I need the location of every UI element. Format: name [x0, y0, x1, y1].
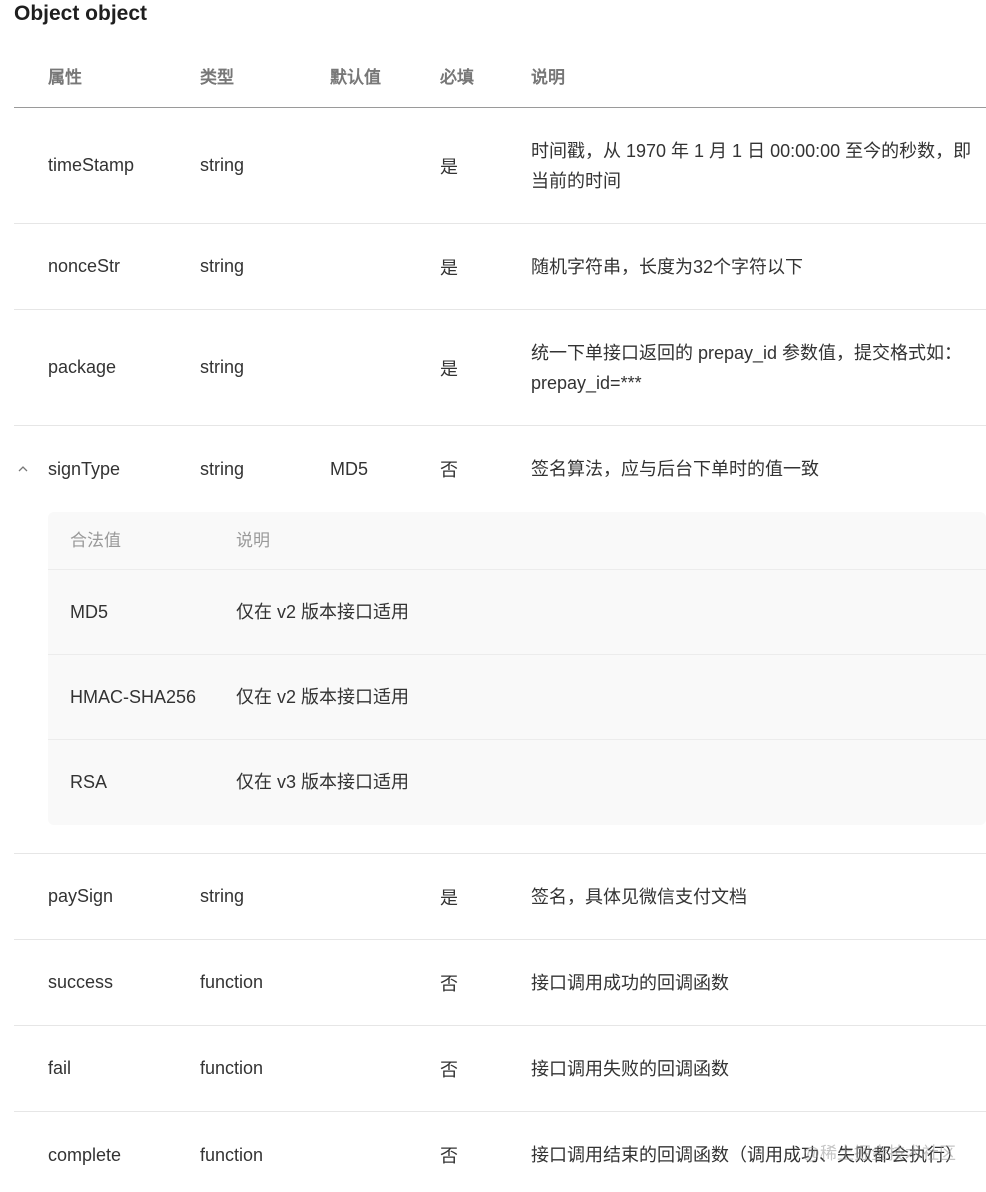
table-row: paySign string 是 签名，具体见微信支付文档 — [14, 854, 986, 940]
row-desc: 随机字符串，长度为32个字符以下 — [531, 256, 804, 277]
sub-header-desc: 说明 — [236, 531, 270, 550]
row-required: 是 — [440, 257, 458, 278]
row-default: MD5 — [330, 458, 369, 479]
row-name: signType — [48, 458, 121, 479]
row-name: nonceStr — [48, 256, 121, 276]
watermark: @稀土掘金技术社区 — [802, 1144, 956, 1163]
chevron-up-icon[interactable] — [14, 426, 32, 512]
row-required: 是 — [440, 887, 458, 908]
row-type: string — [200, 357, 245, 377]
params-table: 属性 类型 默认值 必填 说明 timeStamp string 是 时间戳，从… — [14, 50, 986, 1192]
row-type: function — [200, 1058, 264, 1078]
row-desc: 签名，具体见微信支付文档 — [531, 886, 747, 907]
row-desc: 统一下单接口返回的 prepay_id 参数值，提交格式如：prepay_id=… — [531, 342, 963, 393]
table-row: fail function 否 接口调用失败的回调函数 — [14, 1026, 986, 1112]
header-type: 类型 — [200, 68, 234, 87]
row-type: function — [200, 972, 264, 992]
row-type: string — [200, 256, 245, 276]
sub-table-row: HMAC-SHA256 仅在 v2 版本接口适用 — [48, 655, 986, 740]
sub-row-value: HMAC-SHA256 — [70, 687, 197, 707]
header-required: 必填 — [440, 68, 474, 87]
page-title: Object object — [14, 2, 148, 25]
row-type: string — [200, 155, 245, 175]
sub-row-value: RSA — [70, 772, 108, 792]
signtype-values-panel: 合法值 说明 MD5 仅在 v2 版本接口适用 HMAC-SHA256 仅在 v… — [14, 512, 986, 854]
header-name: 属性 — [48, 68, 82, 87]
table-row: success function 否 接口调用成功的回调函数 — [14, 940, 986, 1026]
row-name: fail — [48, 1058, 72, 1078]
row-name: paySign — [48, 886, 114, 906]
sub-row-desc: 仅在 v2 版本接口适用 — [236, 602, 410, 622]
row-type: string — [200, 458, 245, 479]
sub-row-desc: 仅在 v2 版本接口适用 — [236, 687, 410, 707]
sub-table-row: MD5 仅在 v2 版本接口适用 — [48, 570, 986, 655]
row-type: string — [200, 886, 245, 906]
row-type: function — [200, 1144, 264, 1165]
row-name: complete — [48, 1144, 122, 1165]
sub-table-header: 合法值 说明 — [48, 512, 986, 570]
row-required: 是 — [440, 358, 458, 379]
row-required: 否 — [440, 1059, 458, 1080]
row-required: 是 — [440, 156, 458, 177]
header-default: 默认值 — [330, 68, 381, 87]
row-name: success — [48, 972, 114, 992]
row-required: 否 — [440, 460, 458, 480]
table-row: package string 是 统一下单接口返回的 prepay_id 参数值… — [14, 310, 986, 426]
table-header: 属性 类型 默认值 必填 说明 — [14, 50, 986, 108]
row-desc: 时间戳，从 1970 年 1 月 1 日 00:00:00 至今的秒数，即当前的… — [531, 140, 972, 191]
row-desc: 接口调用成功的回调函数 — [531, 972, 729, 993]
table-row: nonceStr string 是 随机字符串，长度为32个字符以下 — [14, 224, 986, 310]
table-row-expandable: signType string MD5 否 签名算法，应与后台下单时的值一致 — [14, 426, 986, 512]
signtype-values-table: 合法值 说明 MD5 仅在 v2 版本接口适用 HMAC-SHA256 仅在 v… — [48, 512, 986, 825]
row-desc: 接口调用失败的回调函数 — [531, 1058, 729, 1079]
table-row: timeStamp string 是 时间戳，从 1970 年 1 月 1 日 … — [14, 108, 986, 224]
sub-header-value: 合法值 — [70, 531, 121, 550]
row-required: 否 — [440, 1146, 458, 1166]
header-desc: 说明 — [531, 68, 565, 87]
row-name: package — [48, 357, 117, 377]
sub-row-desc: 仅在 v3 版本接口适用 — [236, 772, 410, 792]
row-desc: 签名算法，应与后台下单时的值一致 — [531, 459, 819, 479]
row-required: 否 — [440, 973, 458, 994]
sub-row-value: MD5 — [70, 602, 109, 622]
row-name: timeStamp — [48, 155, 135, 175]
sub-table-row: RSA 仅在 v3 版本接口适用 — [48, 740, 986, 825]
